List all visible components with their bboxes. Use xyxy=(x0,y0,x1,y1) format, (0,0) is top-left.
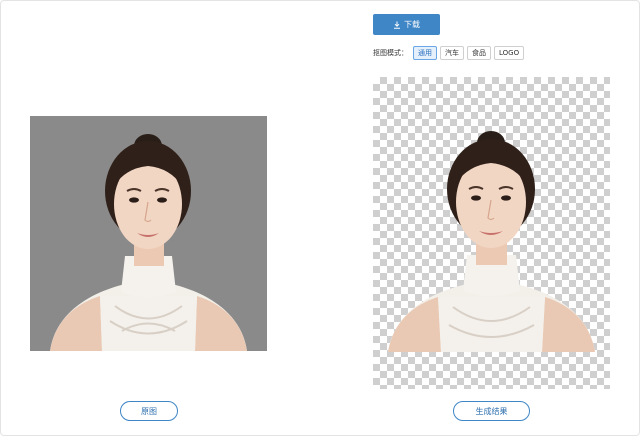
download-button[interactable]: 下载 xyxy=(373,14,440,35)
mode-option-logo[interactable]: LOGO xyxy=(494,46,525,60)
original-image xyxy=(30,116,267,351)
mode-label: 抠图模式： xyxy=(373,49,408,57)
download-label: 下载 xyxy=(404,20,420,29)
mode-option-food[interactable]: 食品 xyxy=(467,46,491,60)
portrait-original xyxy=(50,134,247,351)
cutout-mode-selector: 抠图模式： 通用 汽车 食品 LOGO xyxy=(373,46,525,60)
portrait-cutout xyxy=(388,131,595,352)
result-image xyxy=(373,77,610,389)
mode-option-car[interactable]: 汽车 xyxy=(440,46,464,60)
download-icon xyxy=(394,21,400,29)
result-button[interactable]: 生成结果 xyxy=(453,401,530,421)
original-button[interactable]: 原图 xyxy=(120,401,178,421)
mode-option-general[interactable]: 通用 xyxy=(413,46,437,60)
